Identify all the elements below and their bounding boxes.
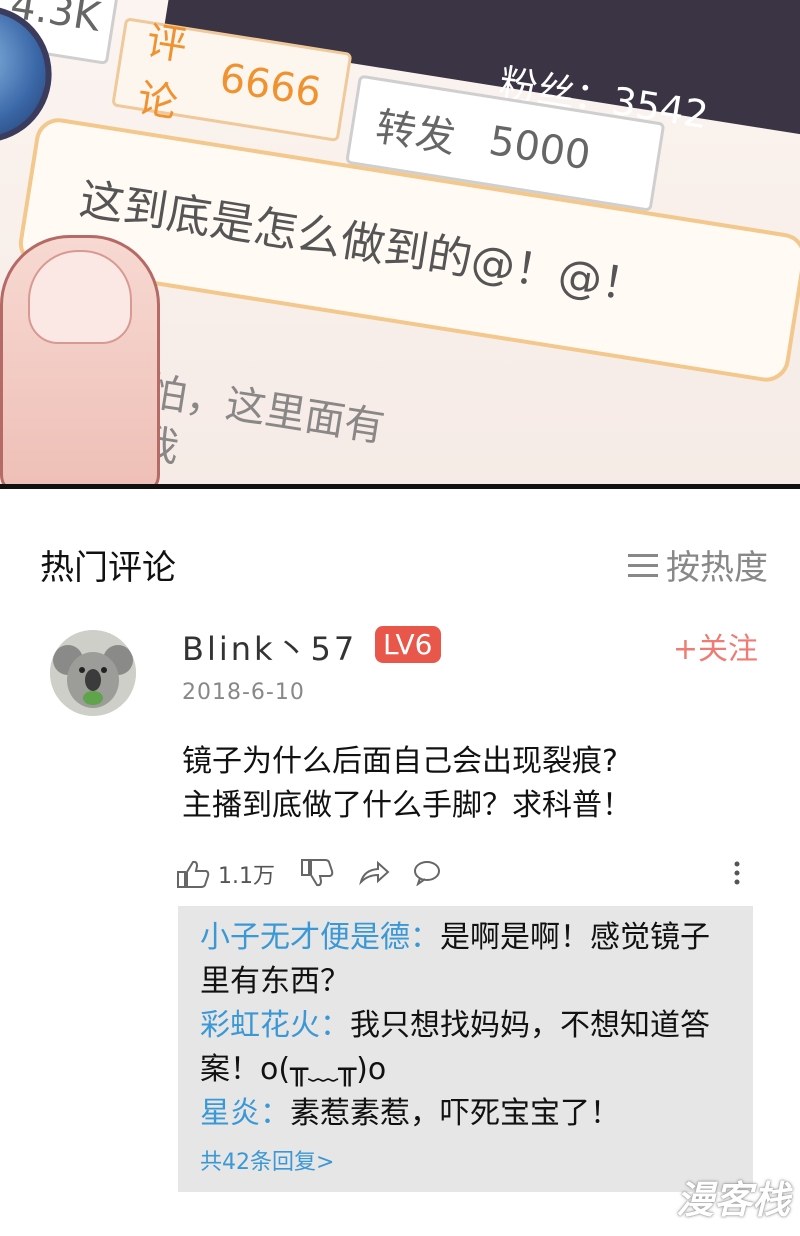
comment-tab-label: 评论: [134, 18, 190, 128]
replies-box: 小子无才便是德：是啊是啊！感觉镜子里有东西？ 彩虹花火：我只想找妈妈，不想知道答…: [178, 906, 753, 1192]
sort-label: 按热度: [666, 548, 768, 588]
comment-body: 镜子为什么后面自己会出现裂痕? 主播到底做了什么手脚？求科普！: [182, 740, 742, 828]
koala-avatar-icon: [50, 630, 136, 716]
comic-panel: 粉丝：3542 4.3K 评论 6666 转发 5000 这到底是怎么做到的@！…: [0, 0, 800, 488]
comment-date: 2018-6-10: [182, 680, 305, 705]
watermark-logo: 漫客栈: [675, 1178, 790, 1222]
share-icon: [359, 860, 390, 886]
reply-author[interactable]: 星炎：: [200, 1096, 290, 1131]
thumbs-up-icon: [177, 860, 210, 888]
reply-item[interactable]: 彩虹花火：我只想找妈妈，不想知道答案！o(╥﹏╥)o: [200, 1004, 731, 1092]
comment-bubble-icon: [414, 861, 440, 886]
more-button[interactable]: [732, 858, 742, 892]
like-button[interactable]: 1.1万: [176, 858, 275, 890]
dislike-button[interactable]: [300, 858, 334, 888]
comment-tab-count: 6666: [216, 55, 325, 117]
thumbs-down-icon: [301, 859, 334, 887]
reply-button[interactable]: [412, 858, 442, 886]
more-vertical-icon: [734, 861, 740, 885]
comment-line-2: 主播到底做了什么手脚？求科普！: [182, 788, 632, 823]
menu-icon: [628, 552, 658, 578]
repost-tab-count: 5000: [485, 117, 594, 180]
like-count: 1.1万: [218, 864, 275, 889]
comment-actions: 1.1万: [176, 858, 760, 898]
share-button[interactable]: [358, 858, 390, 886]
follow-button[interactable]: +关注: [673, 624, 758, 668]
level-badge: LV6: [375, 626, 441, 663]
fingernail: [28, 250, 132, 344]
repost-tab-label: 转发: [372, 104, 459, 163]
reply-item[interactable]: 星炎：素惹素惹，吓死宝宝了！: [200, 1092, 731, 1136]
reply-text: 素惹素惹，吓死宝宝了！: [290, 1096, 620, 1131]
sort-button[interactable]: 按热度: [628, 540, 768, 589]
avatar[interactable]: [50, 630, 136, 716]
section-title: 热门评论: [40, 548, 176, 588]
reply-author[interactable]: 小子无才便是德：: [200, 920, 440, 955]
username[interactable]: Blink丶57: [182, 624, 357, 670]
reply-author[interactable]: 彩虹花火：: [200, 1008, 350, 1043]
comment-line-1: 镜子为什么后面自己会出现裂痕?: [182, 744, 618, 779]
finger-illustration: [0, 235, 160, 488]
panel-border: [0, 484, 800, 489]
view-all-replies-link[interactable]: 共42条回复>: [200, 1144, 731, 1176]
reply-item[interactable]: 小子无才便是德：是啊是啊！感觉镜子里有东西？: [200, 916, 731, 1004]
